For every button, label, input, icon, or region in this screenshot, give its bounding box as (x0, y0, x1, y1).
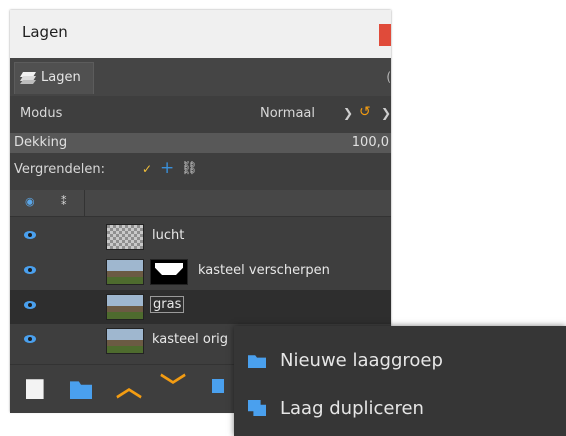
duplicate-layer-icon[interactable] (212, 379, 224, 393)
header-separator (84, 190, 85, 216)
menu-item-label: Nieuwe laaggroep (280, 350, 443, 371)
window-titlebar: Lagen (10, 10, 391, 59)
layer-name: lucht (152, 228, 185, 243)
menu-item-new-layer-group[interactable]: Nieuwe laaggroep (234, 338, 566, 386)
mode-label: Modus (20, 106, 63, 121)
layer-name: kasteel orig (152, 332, 229, 347)
layer-row[interactable]: kasteel verscherpen (10, 255, 391, 289)
mode-row: Modus Normaal ❯ ↺ ❯ (10, 98, 391, 132)
opacity-slider[interactable]: Dekking 100,0 (10, 133, 391, 153)
new-layer-icon (26, 379, 44, 399)
layer-row[interactable]: lucht (10, 220, 391, 254)
reset-mode-icon[interactable]: ↺ (359, 104, 371, 120)
layer-name: kasteel verscherpen (198, 263, 330, 278)
close-button[interactable] (379, 24, 391, 46)
menu-item-label: Laag dupliceren (280, 398, 424, 419)
tab-layers[interactable]: Lagen (14, 62, 94, 94)
raise-layer-icon[interactable]: ︿ (116, 375, 142, 401)
layer-list-header: ◉ ⁑ (10, 190, 391, 217)
lock-alpha-icon[interactable]: ⛓ (181, 161, 198, 176)
layer-thumbnail (106, 294, 144, 320)
chain-header-icon[interactable]: ⁑ (61, 195, 67, 208)
tab-bar: Lagen ( (10, 58, 391, 96)
new-layer-group-icon (248, 355, 266, 368)
lock-pixels-icon[interactable]: ✓ (142, 162, 152, 176)
layers-icon (20, 72, 36, 84)
eye-icon[interactable] (24, 264, 36, 276)
opacity-label: Dekking (14, 135, 68, 150)
eye-icon[interactable] (24, 299, 36, 311)
layer-row-selected[interactable]: gras (10, 290, 391, 324)
opacity-value: 100,0 (351, 135, 389, 150)
layer-thumbnail (106, 224, 144, 250)
menu-item-duplicate-layer[interactable]: Laag dupliceren (234, 386, 566, 434)
lock-label: Vergrendelen: (14, 162, 106, 177)
mode-select[interactable]: Normaal (260, 106, 315, 121)
window-title: Lagen (22, 23, 68, 41)
visibility-header-icon[interactable]: ◉ (25, 195, 35, 208)
new-layer-button[interactable] (26, 377, 48, 399)
duplicate-layer-icon (248, 400, 266, 416)
chevron-down-icon[interactable]: ❯ (343, 106, 353, 120)
layer-thumbnail (106, 328, 144, 354)
tab-label: Lagen (41, 70, 81, 85)
tab-menu-icon[interactable]: ( (386, 70, 391, 84)
eye-icon[interactable] (24, 229, 36, 241)
layer-name: gras (150, 296, 185, 313)
layer-thumbnail (106, 259, 144, 285)
context-menu: Nieuwe laaggroep Laag dupliceren (234, 326, 566, 436)
chevron-down-icon[interactable]: ❯ (381, 106, 391, 120)
eye-icon[interactable] (24, 333, 36, 345)
lock-position-icon[interactable]: + (160, 158, 174, 178)
lock-row: Vergrendelen: ✓ + ⛓ (10, 156, 391, 186)
new-layer-group-icon[interactable] (70, 381, 92, 399)
lower-layer-icon[interactable]: ﹀ (160, 375, 186, 401)
layer-mask-thumbnail (150, 259, 188, 285)
